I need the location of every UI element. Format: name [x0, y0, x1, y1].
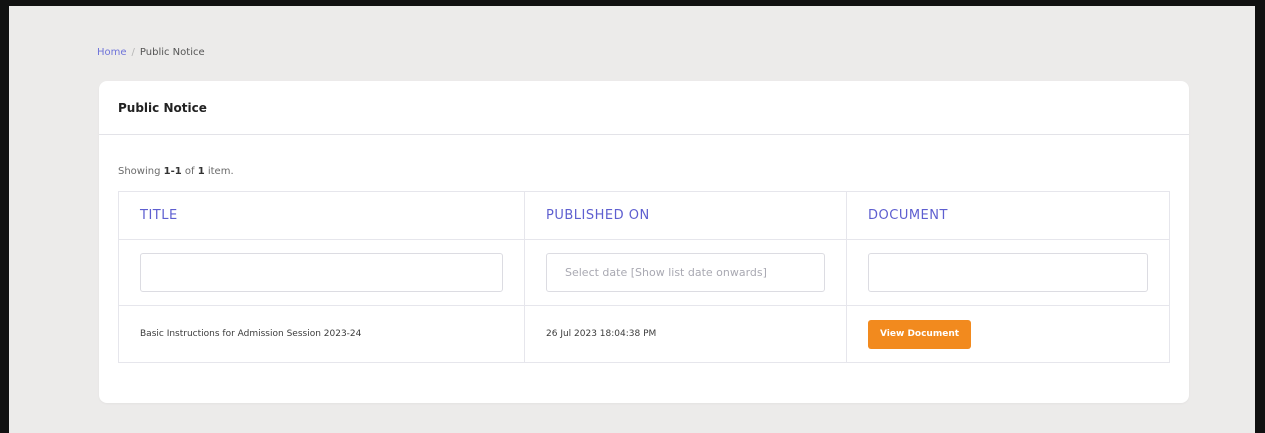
notice-table: TITLE PUBLISHED ON DOCUMENT Select date …	[118, 191, 1170, 363]
public-notice-card: Public Notice Showing 1-1 of 1 item. TIT…	[99, 81, 1189, 403]
notice-title-cell: Basic Instructions for Admission Session…	[118, 305, 525, 363]
filter-cell-published-on	[524, 239, 847, 306]
notice-published-cell: 26 Jul 2023 18:04:38 PM	[524, 305, 847, 363]
table-header-row: TITLE PUBLISHED ON DOCUMENT	[118, 191, 1170, 240]
notice-document-cell: View Document	[846, 305, 1170, 363]
column-header-published-on[interactable]: PUBLISHED ON	[524, 191, 847, 240]
filter-cell-document	[846, 239, 1170, 306]
summary-suffix: item.	[204, 166, 234, 177]
column-header-document[interactable]: DOCUMENT	[846, 191, 1170, 240]
breadcrumb: Home / Public Notice	[97, 47, 205, 58]
column-header-title[interactable]: TITLE	[118, 191, 525, 240]
view-document-button[interactable]: View Document	[868, 319, 972, 349]
summary-prefix: Showing	[118, 166, 164, 177]
results-summary: Showing 1-1 of 1 item.	[118, 166, 234, 177]
card-title: Public Notice	[118, 100, 207, 115]
table-row: Basic Instructions for Admission Session…	[118, 305, 1170, 363]
filter-row	[118, 239, 1170, 306]
breadcrumb-separator: /	[131, 47, 135, 58]
breadcrumb-home-link[interactable]: Home	[97, 47, 127, 58]
summary-middle: of	[181, 166, 198, 177]
document-filter-input[interactable]	[868, 253, 1148, 292]
title-filter-input[interactable]	[140, 253, 503, 292]
summary-range: 1-1	[163, 166, 182, 177]
card-header: Public Notice	[99, 81, 1189, 135]
published-date-filter-input[interactable]	[546, 253, 825, 292]
breadcrumb-current: Public Notice	[139, 47, 205, 58]
summary-total: 1	[197, 166, 205, 177]
page-frame: Home / Public Notice Public Notice Showing…	[0, 0, 1265, 433]
filter-cell-title	[118, 239, 525, 306]
